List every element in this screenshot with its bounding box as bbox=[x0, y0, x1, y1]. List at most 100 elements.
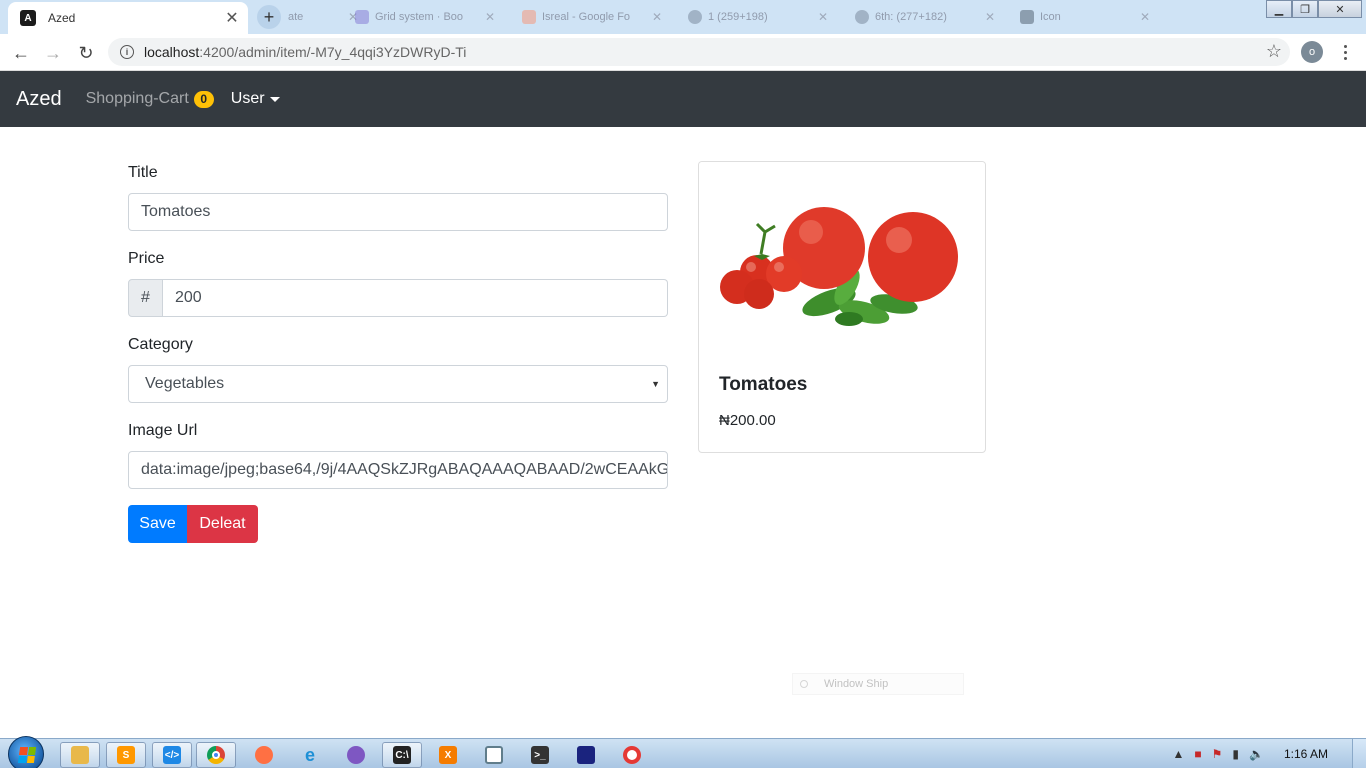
clock[interactable]: 1:16 AM bbox=[1284, 747, 1328, 761]
chrome-icon bbox=[207, 746, 225, 764]
taskbar-terminal[interactable]: >_ bbox=[520, 742, 560, 768]
tab-close-icon[interactable]: ✕ bbox=[652, 10, 662, 24]
taskbar-window[interactable] bbox=[474, 742, 514, 768]
taskbar-opera[interactable] bbox=[612, 742, 652, 768]
internet-explorer-icon: e bbox=[304, 744, 315, 765]
card-title: Tomatoes bbox=[719, 374, 808, 395]
tab-close-icon[interactable]: ✕ bbox=[985, 10, 995, 24]
save-button[interactable]: Save bbox=[128, 505, 187, 543]
bookmark-star-icon[interactable]: ☆ bbox=[1266, 41, 1282, 62]
category-select[interactable]: Vegetables ▼ bbox=[128, 365, 668, 403]
window-close-icon[interactable]: ✕ bbox=[1318, 0, 1362, 18]
terminal-icon: >_ bbox=[531, 746, 549, 764]
taskbar-firefox-dev[interactable] bbox=[244, 742, 284, 768]
show-desktop-button[interactable] bbox=[1352, 739, 1366, 768]
browser-toolbar: ← → ↻ i localhost:4200/admin/item/-M7y_4… bbox=[0, 34, 1366, 71]
back-arrow-icon[interactable]: ← bbox=[8, 40, 34, 66]
taskbar-tor[interactable] bbox=[336, 742, 376, 768]
tor-browser-icon bbox=[347, 746, 365, 764]
price-prefix: # bbox=[128, 279, 163, 317]
price-input-group: # 200 bbox=[128, 279, 668, 317]
background-tab[interactable]: Icon ✕ bbox=[1020, 6, 1150, 28]
new-tab-button[interactable]: + bbox=[257, 5, 281, 29]
background-tab-label: 6th: (277+182) bbox=[875, 11, 947, 23]
address-bar[interactable]: i localhost:4200/admin/item/-M7y_4qqi3Yz… bbox=[108, 38, 1290, 66]
taskbar-vscode[interactable]: </> bbox=[152, 742, 192, 768]
sublime-text-icon: S bbox=[117, 746, 135, 764]
forward-arrow-icon[interactable]: → bbox=[40, 40, 66, 66]
tab-close-icon[interactable]: ✕ bbox=[818, 10, 828, 24]
taskbar-internet-explorer[interactable]: e bbox=[290, 742, 330, 768]
product-preview-card: Tomatoes ₦200.00 bbox=[698, 161, 986, 453]
category-label: Category bbox=[128, 336, 193, 353]
cart-count-badge: 0 bbox=[193, 90, 214, 108]
background-tab-label: Icon bbox=[1040, 11, 1061, 23]
card-price: ₦200.00 bbox=[719, 412, 776, 429]
windows-taskbar: S </> e C:\ X >_ ▲ ■ ⚑ ▮ 🔈 1:16 AM bbox=[0, 736, 1366, 768]
caret-down-icon bbox=[269, 96, 280, 102]
window-controls: ▁ ❐ ✕ bbox=[1266, 0, 1362, 18]
browser-menu-icon[interactable] bbox=[1338, 40, 1352, 64]
profile-avatar[interactable]: o bbox=[1301, 41, 1323, 63]
taskbar-xampp[interactable]: X bbox=[428, 742, 468, 768]
select-arrow-icon: ▼ bbox=[651, 379, 660, 389]
taskbar-explorer[interactable] bbox=[60, 742, 100, 768]
background-tab[interactable]: Isreal - Google Fo ✕ bbox=[522, 6, 662, 28]
tab-favicon-icon bbox=[355, 10, 369, 24]
image-url-label: Image Url bbox=[128, 422, 198, 439]
taskbar-chrome[interactable] bbox=[196, 742, 236, 768]
url-text: localhost:4200/admin/item/-M7y_4qqi3YzDW… bbox=[144, 44, 466, 60]
angular-favicon-icon: A bbox=[20, 10, 36, 26]
site-info-icon[interactable]: i bbox=[120, 45, 134, 59]
xampp-icon: X bbox=[439, 746, 457, 764]
background-tab[interactable]: 1 (259+198) ✕ bbox=[688, 6, 828, 28]
volume-icon[interactable]: 🔈 bbox=[1249, 747, 1264, 761]
shopping-cart-link[interactable]: Shopping-Cart 0 bbox=[86, 90, 214, 108]
windows-logo-icon bbox=[17, 747, 37, 763]
restore-icon[interactable]: ❐ bbox=[1292, 0, 1318, 18]
background-tab-label: 1 (259+198) bbox=[708, 11, 768, 23]
browser-tab-strip: A Azed ✕ + ate ✕ Grid system · Boo ✕ Isr… bbox=[0, 0, 1366, 34]
monitor-icon bbox=[577, 746, 595, 764]
antivirus-icon[interactable]: ■ bbox=[1194, 747, 1201, 761]
action-center-icon[interactable]: ⚑ bbox=[1212, 747, 1223, 761]
price-label: Price bbox=[128, 250, 165, 267]
tomatoes-image bbox=[699, 162, 985, 352]
background-tab-label: Grid system · Boo bbox=[375, 11, 464, 23]
url-host: localhost bbox=[144, 44, 200, 60]
brand-link[interactable]: Azed bbox=[16, 88, 62, 111]
minimize-icon[interactable]: ▁ bbox=[1266, 0, 1292, 18]
show-hidden-icons-icon[interactable]: ▲ bbox=[1173, 747, 1185, 761]
background-tab[interactable]: 6th: (277+182) ✕ bbox=[855, 6, 995, 28]
background-tab-label: Isreal - Google Fo bbox=[542, 11, 631, 23]
category-selected-value: Vegetables bbox=[145, 375, 225, 392]
window-app-icon bbox=[485, 746, 503, 764]
tab-close-icon[interactable]: ✕ bbox=[485, 10, 495, 24]
tab-active[interactable]: A Azed ✕ bbox=[8, 2, 248, 34]
tab-favicon-icon bbox=[1020, 10, 1034, 24]
url-path: :4200/admin/item/-M7y_4qqi3YzDWRyD-Ti bbox=[199, 44, 467, 60]
tab-favicon-icon bbox=[688, 10, 702, 24]
taskbar-sublime[interactable]: S bbox=[106, 742, 146, 768]
ghost-window: Window Ship bbox=[792, 673, 964, 695]
tab-close-icon[interactable]: ✕ bbox=[1140, 10, 1150, 24]
image-url-input[interactable]: data:image/jpeg;base64,/9j/4AAQSkZJRgABA… bbox=[128, 451, 668, 489]
start-button[interactable] bbox=[8, 736, 44, 768]
price-input[interactable]: 200 bbox=[163, 279, 668, 317]
background-tab[interactable]: Grid system · Boo ✕ bbox=[355, 6, 495, 28]
background-tab[interactable]: ate ✕ bbox=[282, 6, 358, 28]
cmd-icon: C:\ bbox=[393, 746, 411, 764]
network-signal-icon[interactable]: ▮ bbox=[1232, 747, 1239, 761]
opera-icon bbox=[623, 746, 641, 764]
delete-button[interactable]: Deleat bbox=[187, 505, 258, 543]
reload-icon[interactable]: ↻ bbox=[73, 40, 99, 66]
title-input[interactable]: Tomatoes bbox=[128, 193, 668, 231]
taskbar-snipping[interactable] bbox=[566, 742, 606, 768]
user-dropdown-toggle[interactable]: User bbox=[231, 90, 280, 108]
taskbar-cmd[interactable]: C:\ bbox=[382, 742, 422, 768]
tab-title: Azed bbox=[48, 11, 76, 25]
vscode-icon: </> bbox=[163, 746, 181, 764]
shopping-cart-label: Shopping-Cart bbox=[85, 90, 189, 107]
tab-close-icon[interactable]: ✕ bbox=[222, 8, 242, 28]
system-tray: ▲ ■ ⚑ ▮ 🔈 1:16 AM bbox=[1173, 739, 1366, 768]
